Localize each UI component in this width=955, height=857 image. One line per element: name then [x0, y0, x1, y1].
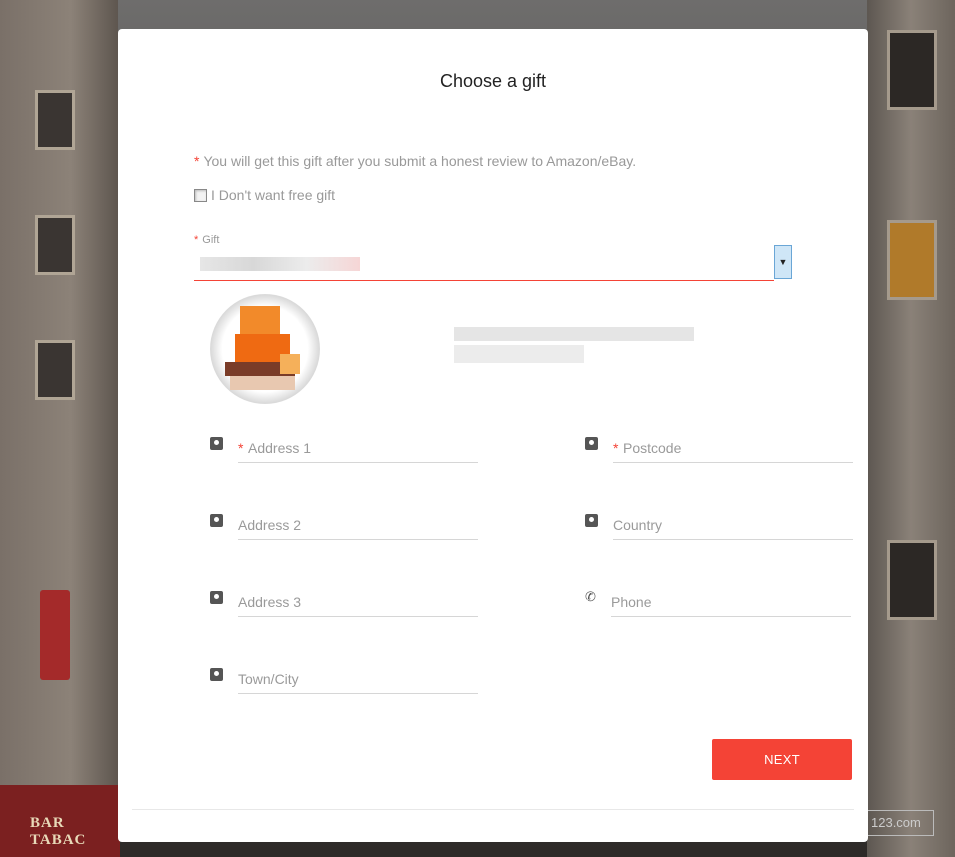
gift-modal: Choose a gift * You will get this gift af…	[118, 29, 868, 842]
country-field	[585, 510, 853, 550]
address2-field	[210, 510, 478, 550]
footer-divider	[132, 809, 854, 810]
contact-card-icon	[210, 514, 223, 527]
required-asterisk: *	[194, 234, 199, 246]
gift-select[interactable]: ▼	[194, 245, 792, 281]
right-building	[867, 0, 955, 857]
dropdown-button[interactable]: ▼	[774, 245, 792, 279]
gift-selected-value	[200, 257, 360, 271]
address2-input[interactable]	[238, 510, 478, 540]
phone-field: ✆	[585, 587, 851, 627]
town-input[interactable]	[238, 664, 478, 694]
gift-label-text: Gift	[202, 234, 220, 246]
no-gift-checkbox[interactable]	[194, 188, 207, 202]
left-building	[0, 0, 118, 857]
town-field	[210, 664, 478, 704]
address1-field: *	[210, 433, 478, 473]
lit-window	[887, 220, 937, 300]
window	[35, 90, 75, 150]
gift-note-text: You will get this gift after you submit …	[203, 153, 637, 169]
required-asterisk: *	[194, 153, 200, 169]
gift-note: * You will get this gift after you submit…	[194, 153, 636, 169]
postcode-input[interactable]	[613, 433, 853, 463]
awning-text: BAR TABAC	[30, 815, 87, 848]
bar-tabac-awning: BAR TABAC	[0, 785, 120, 857]
modal-title: Choose a gift	[439, 71, 547, 91]
contact-card-icon	[210, 591, 223, 604]
country-input[interactable]	[613, 510, 853, 540]
window	[35, 340, 75, 400]
gift-image-pixel	[280, 354, 300, 374]
contact-card-icon	[210, 437, 223, 450]
postcode-field: *	[585, 433, 853, 473]
gift-image	[210, 294, 320, 404]
gift-image-pixel	[240, 306, 280, 336]
address3-input[interactable]	[238, 587, 478, 617]
contact-card-icon	[585, 514, 598, 527]
watermark: 123.com	[862, 810, 934, 836]
address1-input[interactable]	[238, 433, 478, 463]
contact-card-icon	[585, 437, 598, 450]
tabac-sign	[40, 590, 70, 680]
chevron-down-icon: ▼	[778, 257, 788, 267]
phone-icon: ✆	[585, 589, 596, 604]
gift-select-label: * Gift	[194, 234, 219, 246]
phone-input[interactable]	[611, 587, 851, 617]
no-gift-label: I Don't want free gift	[211, 187, 336, 203]
contact-card-icon	[210, 668, 223, 681]
next-button[interactable]: NEXT	[712, 739, 852, 780]
gift-description-line	[454, 327, 694, 341]
gift-image-pixel	[230, 376, 295, 390]
no-gift-checkbox-row[interactable]: I Don't want free gift	[194, 187, 335, 203]
window	[887, 30, 937, 110]
window	[887, 540, 937, 620]
window	[35, 215, 75, 275]
gift-description-line	[454, 345, 584, 363]
address3-field	[210, 587, 478, 627]
